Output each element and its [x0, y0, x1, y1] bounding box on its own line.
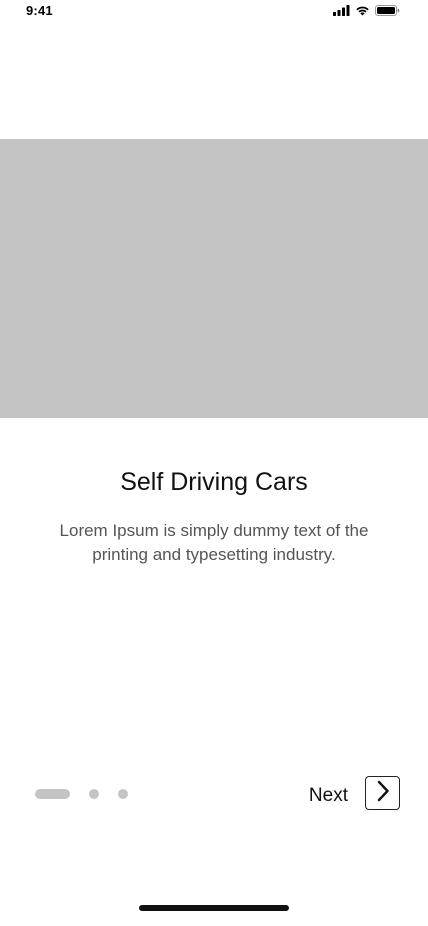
home-indicator[interactable] — [139, 905, 289, 911]
page-title: Self Driving Cars — [120, 468, 308, 496]
next-button[interactable] — [365, 776, 400, 810]
wifi-icon — [355, 5, 370, 16]
pagination-dot-3[interactable] — [118, 789, 128, 799]
battery-icon — [375, 4, 400, 16]
status-bar: 9:41 — [0, 0, 428, 22]
chevron-right-icon — [375, 780, 391, 807]
status-time: 9:41 — [26, 3, 53, 18]
pagination-indicator — [35, 789, 128, 799]
pagination-dot-active[interactable] — [35, 789, 70, 799]
pagination-dot-2[interactable] — [89, 789, 99, 799]
next-label[interactable]: Next — [309, 784, 348, 808]
cellular-signal-icon — [333, 4, 350, 16]
status-icons — [333, 4, 400, 16]
page-description: Lorem Ipsum is simply dummy text of the … — [59, 521, 369, 564]
hero-image-placeholder — [0, 139, 428, 418]
